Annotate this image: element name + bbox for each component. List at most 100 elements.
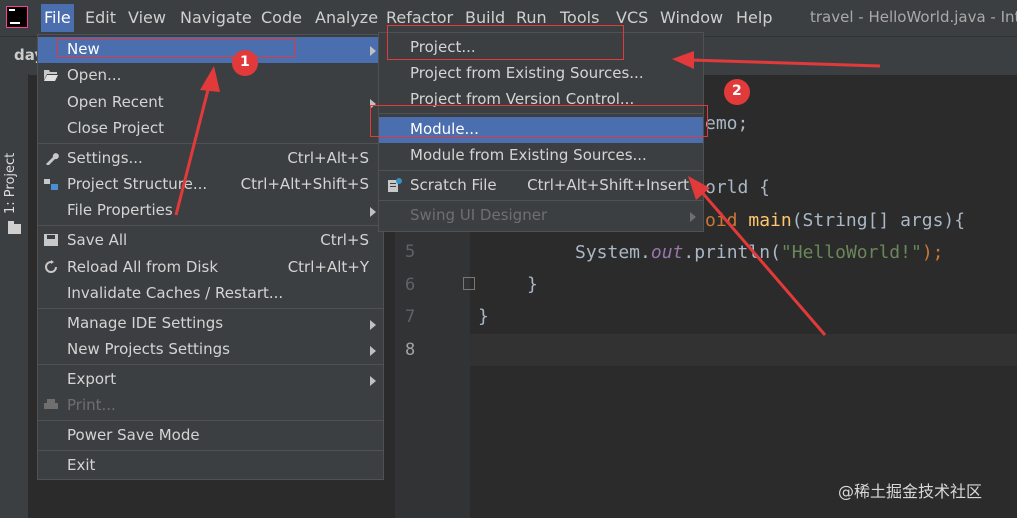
watermark: @稀土掘金技术社区 [838,482,983,501]
menu-item-export[interactable]: Export [38,367,383,393]
code-print-line[interactable]: System.out.println("HelloWorld!"); [575,242,944,263]
menu-view[interactable]: View [128,8,166,28]
code-class-line[interactable]: orld { [705,177,770,198]
submenu-arrow-icon [370,207,376,217]
line-number-current: 8 [405,340,416,360]
menu-separator [38,364,383,365]
menu-separator [379,200,703,201]
wrench-icon [46,153,59,165]
menu-item-exit[interactable]: Exit [38,453,383,479]
submenu-arrow-icon [370,46,376,56]
menu-analyze[interactable]: Analyze [315,8,378,28]
menu-separator [38,143,383,144]
menu-item-file-properties[interactable]: File Properties [38,198,383,224]
line-number: 5 [405,242,416,262]
code-text: orld { [705,177,771,198]
intellij-logo-icon [6,6,28,28]
menu-item-label: Settings... [67,149,143,167]
menu-separator [379,170,703,171]
menu-item-new-projects-settings[interactable]: New Projects Settings [38,337,383,363]
code-string: "HelloWorld!" [780,242,922,263]
menu-item-shortcut: Ctrl+Alt+Shift+S [240,175,369,193]
print-icon [44,399,58,409]
menu-separator [38,450,383,451]
menu-navigate[interactable]: Navigate [180,8,252,28]
menu-separator [38,308,383,309]
code-text: System. [575,242,651,263]
folder-open-icon [44,70,58,81]
menu-item-close-project[interactable]: Close Project [38,116,383,142]
menu-item-label: Reload All from Disk [67,258,219,276]
menu-help[interactable]: Help [736,8,772,28]
menu-item-label: Module from Existing Sources... [410,146,647,164]
menu-item-label: Print... [67,396,116,414]
menu-edit[interactable]: Edit [85,8,116,28]
submenu-arrow-icon [370,376,376,386]
menu-item-shortcut: Ctrl+S [320,231,369,249]
menu-item-label: Exit [67,456,96,474]
submenu-arrow-icon [370,346,376,356]
menu-code[interactable]: Code [261,8,302,28]
menu-item-label: Project Structure... [67,175,208,193]
annotation-box-new [57,38,295,57]
menu-item-save-all[interactable]: Save All Ctrl+S [38,228,383,254]
code-keyword: oid [705,210,738,231]
menu-item-label: Project from Existing Sources... [410,64,644,82]
menu-item-label: Invalidate Caches / Restart... [67,284,284,302]
code-close-class[interactable]: } [478,306,489,327]
menu-item-label: File Properties [67,201,173,219]
menu-item-manage-ide-settings[interactable]: Manage IDE Settings [38,311,383,337]
code-text: (String[] args){ [791,210,966,231]
code-text: .println( [683,242,781,263]
menu-item-label: Manage IDE Settings [67,314,224,332]
submenu-arrow-icon [690,212,696,222]
menu-item-print[interactable]: Print... [38,393,383,419]
menu-separator [38,225,383,226]
code-function: main [748,210,792,231]
window-title: travel - HelloWorld.java - Inte [810,8,1017,26]
code-text: } [527,274,538,295]
menu-item-project-from-existing[interactable]: Project from Existing Sources... [379,61,703,87]
annotation-box-module [370,105,708,137]
annotation-box-project [387,25,624,60]
code-package-line[interactable]: emo; [705,113,748,134]
menu-item-shortcut: Ctrl+Alt+S [287,149,369,167]
menu-item-project-structure[interactable]: Project Structure... Ctrl+Alt+Shift+S [38,172,383,198]
project-tool-window-bar: 1: Project [0,74,29,518]
menu-item-label: Scratch File [410,176,497,194]
submenu-arrow-icon [370,320,376,330]
project-tab-label[interactable]: 1: Project [3,153,18,214]
menu-item-swing-ui-designer[interactable]: Swing UI Designer [379,203,703,229]
code-method-line[interactable]: oid main(String[] args){ [705,210,965,231]
menu-item-label: Swing UI Designer [410,206,548,224]
code-close-method[interactable]: } [527,274,538,295]
menu-item-reload[interactable]: Reload All from Disk Ctrl+Alt+Y [38,255,383,281]
menu-window[interactable]: Window [660,8,723,28]
menu-item-shortcut: Ctrl+Alt+Shift+Insert [527,176,689,194]
menu-item-open[interactable]: Open... [38,63,383,89]
fold-marker-icon[interactable] [463,277,475,290]
reload-icon [45,260,57,273]
menu-item-label: Open Recent [67,93,164,111]
menu-item-label: Export [67,370,117,388]
menu-item-module-from-existing[interactable]: Module from Existing Sources... [379,143,703,169]
menu-item-label: Close Project [67,119,164,137]
line-number: 7 [405,307,416,327]
menu-item-open-recent[interactable]: Open Recent [38,90,383,116]
menu-item-scratch-file[interactable]: Scratch File Ctrl+Alt+Shift+Insert [379,173,703,199]
current-line-highlight [470,334,1017,366]
annotation-badge-2: 2 [732,83,742,99]
annotation-badge-1: 1 [240,54,250,70]
menu-item-label: New Projects Settings [67,340,230,358]
menu-file[interactable]: File [41,4,74,32]
save-icon [44,234,58,246]
menu-item-settings[interactable]: Settings... Ctrl+Alt+S [38,146,383,172]
folder-icon [8,221,21,234]
scratch-file-icon [388,178,402,192]
menu-item-power-save-mode[interactable]: Power Save Mode [38,423,383,449]
menu-item-label: Power Save Mode [67,426,200,444]
menu-item-label: Save All [67,231,128,249]
menu-separator [38,420,383,421]
menu-item-label: Open... [67,66,122,84]
menu-item-invalidate-caches[interactable]: Invalidate Caches / Restart... [38,281,383,307]
